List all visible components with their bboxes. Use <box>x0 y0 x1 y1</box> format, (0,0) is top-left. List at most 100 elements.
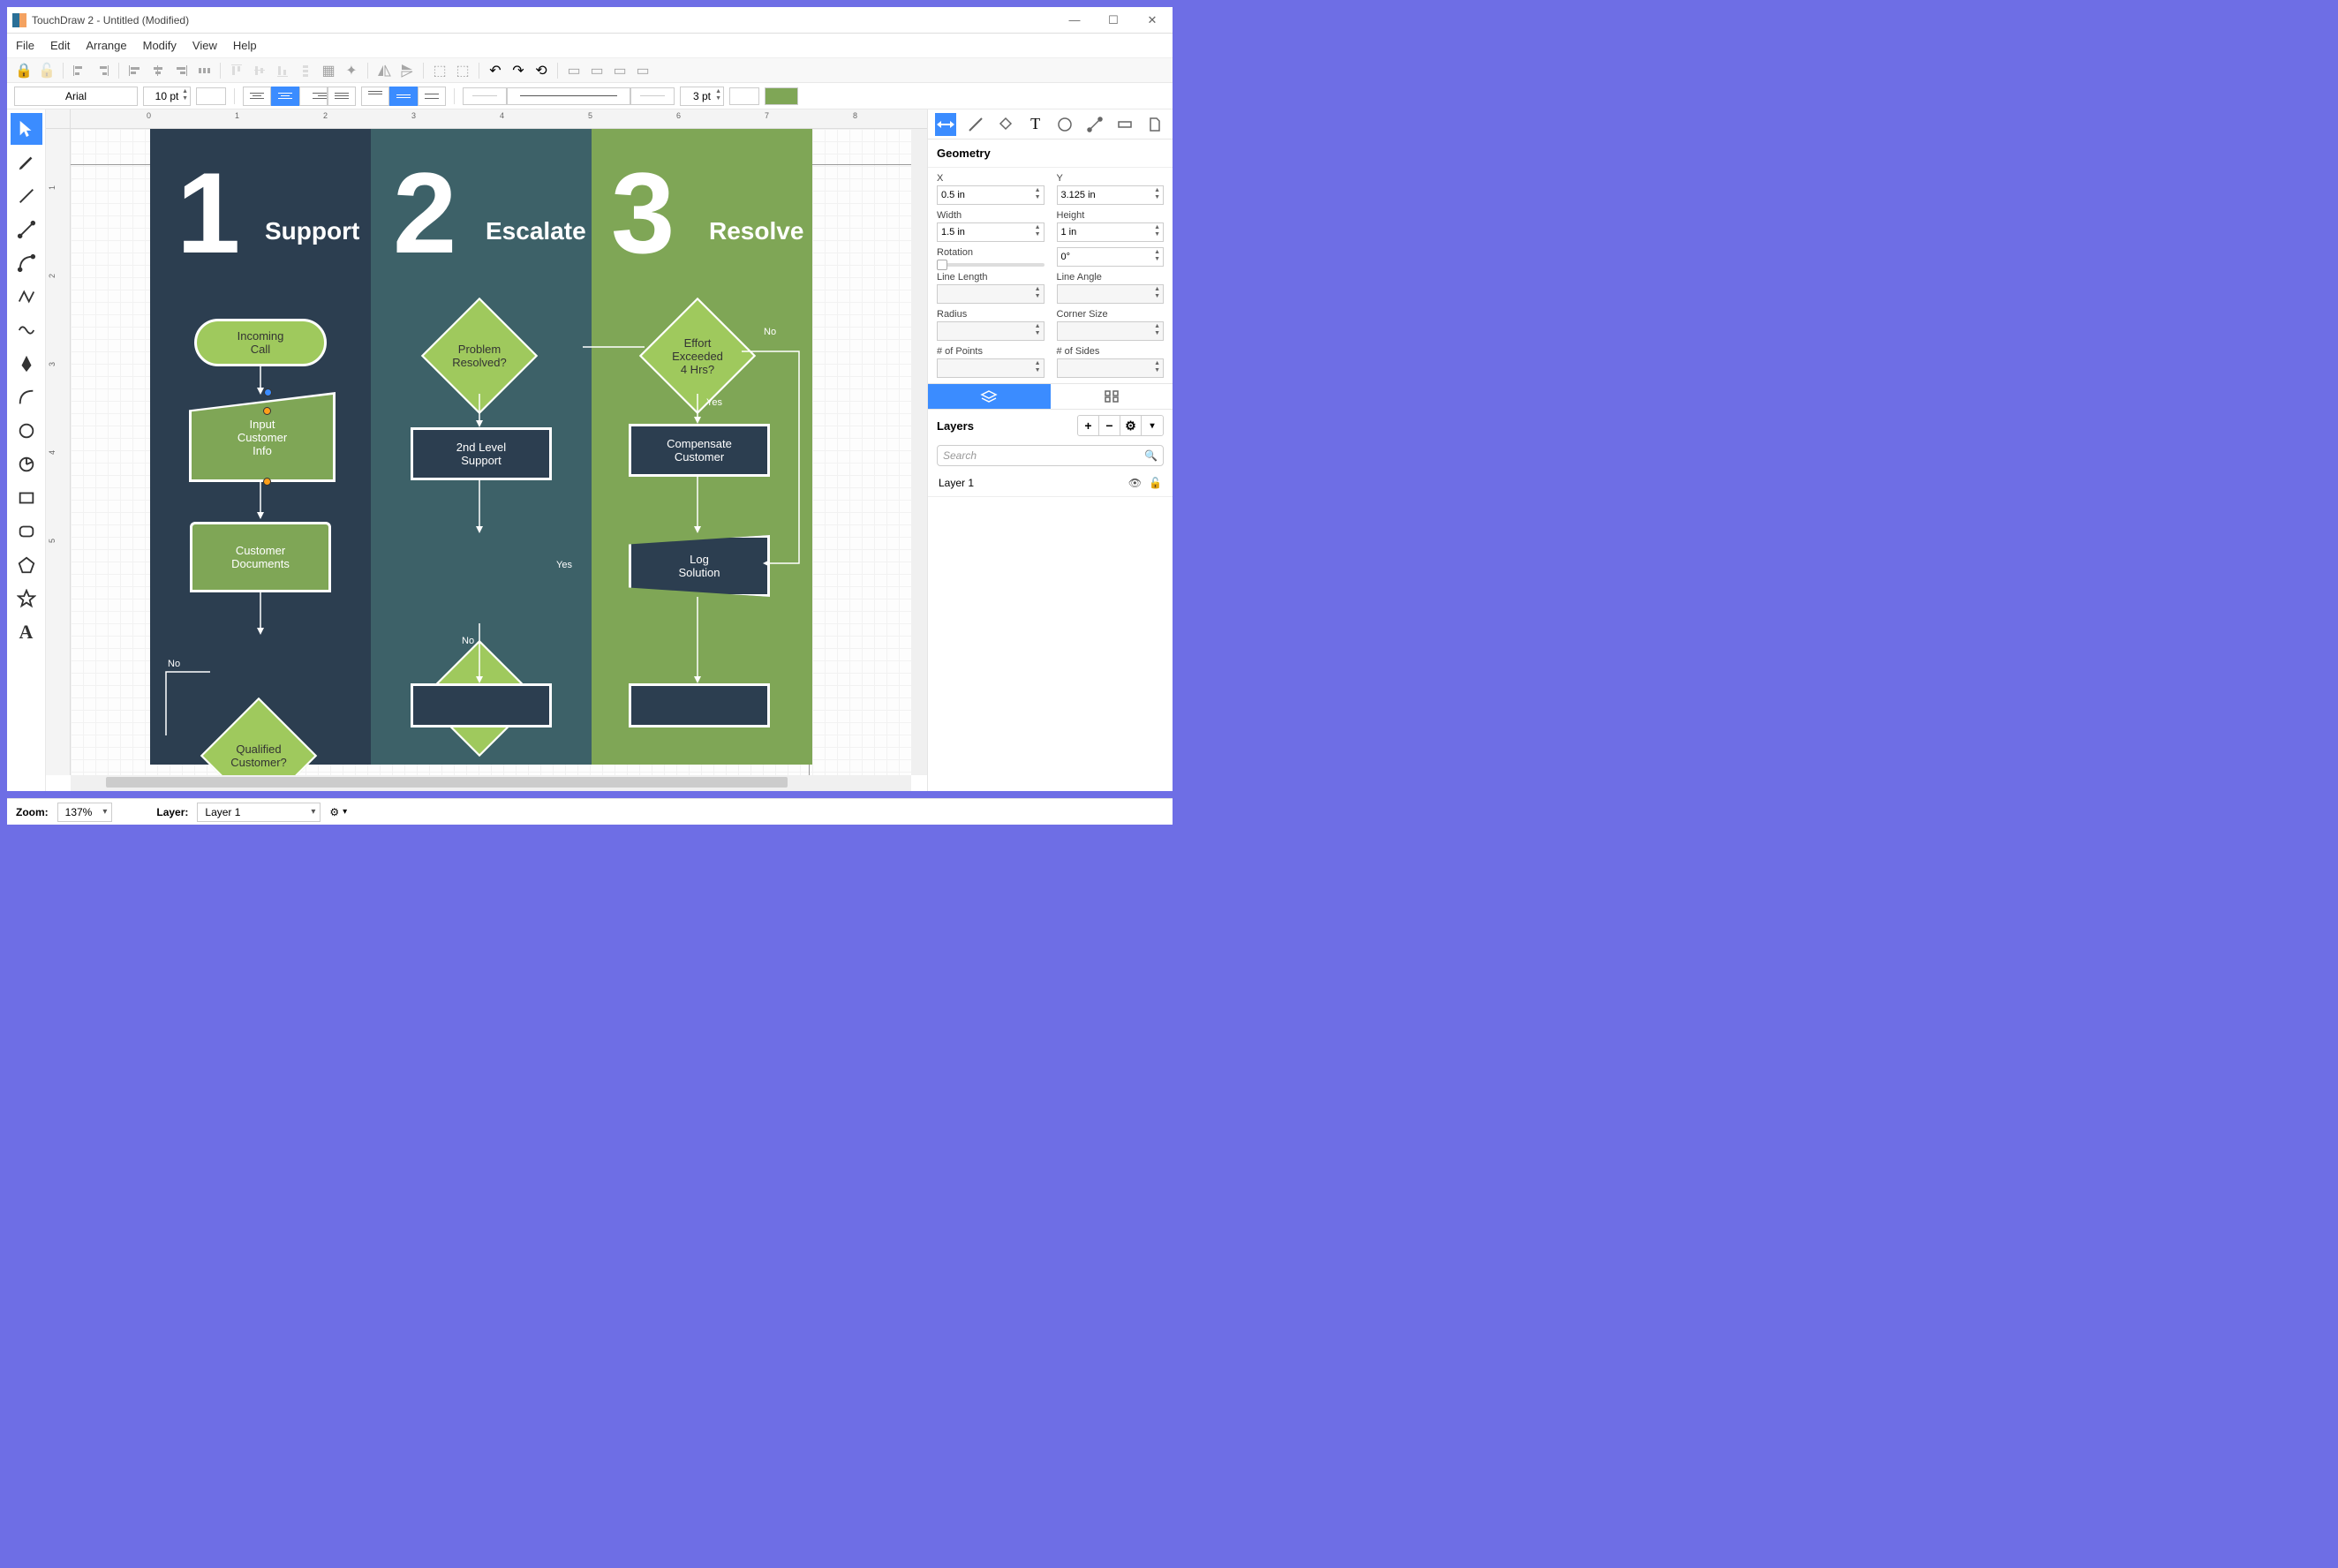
send-backward-icon[interactable]: ⬚ <box>453 61 472 80</box>
scrollbar-thumb[interactable] <box>106 777 788 788</box>
input-line-angle[interactable]: ▲▼ <box>1057 284 1165 304</box>
shape-customer-documents[interactable]: Customer Documents <box>190 522 331 592</box>
group4-icon[interactable]: ▭ <box>633 61 652 80</box>
align-center-icon[interactable]: ✦ <box>342 61 361 80</box>
input-line-length[interactable]: ▲▼ <box>937 284 1045 304</box>
tab-ruler[interactable] <box>1114 113 1135 136</box>
input-num-points[interactable]: ▲▼ <box>937 358 1045 378</box>
shape-qualified-customer[interactable]: Qualified Customer? <box>201 698 316 775</box>
stroke-style-dashed[interactable] <box>630 87 675 105</box>
align-top-icon[interactable] <box>227 61 246 80</box>
tab-page[interactable] <box>1144 113 1165 136</box>
stroke-width-input[interactable]: 3 pt▲▼ <box>680 87 724 106</box>
ungroup-icon[interactable]: ▭ <box>587 61 607 80</box>
minimize-button[interactable]: — <box>1063 11 1086 29</box>
connection-tool[interactable] <box>11 214 42 245</box>
tab-text[interactable]: T <box>1025 113 1046 136</box>
rotate-reset-icon[interactable]: ⟲ <box>532 61 551 80</box>
tab-fill[interactable] <box>995 113 1016 136</box>
lock-icon[interactable]: 🔓 <box>1149 477 1162 489</box>
ellipse-tool[interactable] <box>11 415 42 447</box>
tab-connector[interactable] <box>1084 113 1105 136</box>
zoom-select[interactable]: 137% <box>57 803 113 822</box>
pen-tool[interactable] <box>11 348 42 380</box>
fill-color-swatch[interactable] <box>765 87 798 105</box>
rotation-slider[interactable] <box>937 263 1045 267</box>
shape-2nd-level-support[interactable]: 2nd Level Support <box>411 427 552 480</box>
selection-tool[interactable] <box>11 113 42 145</box>
canvas[interactable]: 1 Support Incoming Call Input Customer I… <box>71 129 927 775</box>
menu-edit[interactable]: Edit <box>50 39 70 52</box>
text-valign-bottom-button[interactable] <box>418 87 446 106</box>
input-corner-size[interactable]: ▲▼ <box>1057 321 1165 341</box>
line-tool[interactable] <box>11 180 42 212</box>
panel-support[interactable]: 1 Support Incoming Call Input Customer I… <box>150 129 371 765</box>
tab-shadow[interactable] <box>1055 113 1076 136</box>
rect-tool[interactable] <box>11 482 42 514</box>
font-size-input[interactable]: 10 pt▲▼ <box>143 87 191 106</box>
layer-dropdown-button[interactable]: ▾ <box>343 807 347 817</box>
input-num-sides[interactable]: ▲▼ <box>1057 358 1165 378</box>
curve-tool[interactable] <box>11 247 42 279</box>
text-align-center-button[interactable] <box>271 87 299 106</box>
visibility-icon[interactable]: 👁 <box>1128 477 1142 489</box>
text-color-swatch[interactable] <box>196 87 226 105</box>
text-valign-top-button[interactable] <box>361 87 389 106</box>
menu-file[interactable]: File <box>16 39 34 52</box>
stroke-color-swatch[interactable] <box>729 87 759 105</box>
menu-help[interactable]: Help <box>233 39 257 52</box>
tab-geometry[interactable] <box>935 113 956 136</box>
selection-handle-rotate[interactable] <box>264 388 272 396</box>
pencil-tool[interactable] <box>11 147 42 178</box>
bring-forward-icon[interactable]: ⬚ <box>430 61 449 80</box>
text-align-left-button[interactable] <box>243 87 271 106</box>
unlock-icon[interactable]: 🔓 <box>37 61 57 80</box>
rotate-left-icon[interactable]: ↶ <box>486 61 505 80</box>
layer-select[interactable]: Layer 1 <box>197 803 321 822</box>
align-right-icon[interactable] <box>171 61 191 80</box>
text-tool[interactable]: A <box>11 616 42 648</box>
horizontal-scrollbar[interactable] <box>71 775 911 791</box>
menu-view[interactable]: View <box>192 39 217 52</box>
selection-handle[interactable] <box>263 407 271 415</box>
layer-search-input[interactable]: Search🔍 <box>937 445 1164 466</box>
input-radius[interactable]: ▲▼ <box>937 321 1045 341</box>
tab-stroke[interactable] <box>965 113 986 136</box>
polyline-tool[interactable] <box>11 281 42 313</box>
wave-tool[interactable] <box>11 314 42 346</box>
align-right-obj-icon[interactable] <box>93 61 112 80</box>
panel-resolve[interactable]: 3 Resolve Effort Exceeded 4 Hrs? No Yes … <box>592 129 812 765</box>
flip-h-icon[interactable] <box>374 61 394 80</box>
shape-incoming-call[interactable]: Incoming Call <box>194 319 327 366</box>
stroke-style-none[interactable] <box>463 87 507 105</box>
shape-process-next3[interactable] <box>629 683 770 727</box>
tab-layers[interactable] <box>928 384 1051 409</box>
pie-tool[interactable] <box>11 449 42 480</box>
group-icon[interactable]: ▭ <box>564 61 584 80</box>
add-layer-button[interactable]: + <box>1078 416 1099 435</box>
stroke-style-preview[interactable] <box>507 87 630 105</box>
group3-icon[interactable]: ▭ <box>610 61 630 80</box>
close-button[interactable]: ✕ <box>1141 11 1164 29</box>
lock-icon[interactable]: 🔒 <box>14 61 34 80</box>
layer-menu-button[interactable]: ▾ <box>1142 416 1163 435</box>
maximize-button[interactable]: ☐ <box>1102 11 1125 29</box>
ruler-vertical[interactable]: 1 2 3 4 5 <box>46 129 71 775</box>
text-valign-middle-button[interactable] <box>389 87 418 106</box>
rotate-right-icon[interactable]: ↷ <box>509 61 528 80</box>
input-width[interactable]: 1.5 in▲▼ <box>937 222 1045 242</box>
vertical-scrollbar[interactable] <box>911 129 927 775</box>
layer-settings-button[interactable]: ⚙ <box>1120 416 1142 435</box>
text-align-justify-button[interactable] <box>328 87 356 106</box>
shape-input-customer-info-selected[interactable]: Input Customer Info <box>189 392 336 482</box>
input-y[interactable]: 3.125 in▲▼ <box>1057 185 1165 205</box>
align-bottom-icon[interactable] <box>273 61 292 80</box>
align-left-obj-icon[interactable] <box>70 61 89 80</box>
star-tool[interactable] <box>11 583 42 614</box>
canvas-viewport[interactable]: 1 Support Incoming Call Input Customer I… <box>71 129 927 775</box>
align-distribute2-icon[interactable]: ▦ <box>319 61 338 80</box>
layer-row-1[interactable]: Layer 1 👁🔓 <box>928 470 1173 497</box>
shape-process-next[interactable] <box>411 683 552 727</box>
input-height[interactable]: 1 in▲▼ <box>1057 222 1165 242</box>
menu-arrange[interactable]: Arrange <box>86 39 126 52</box>
